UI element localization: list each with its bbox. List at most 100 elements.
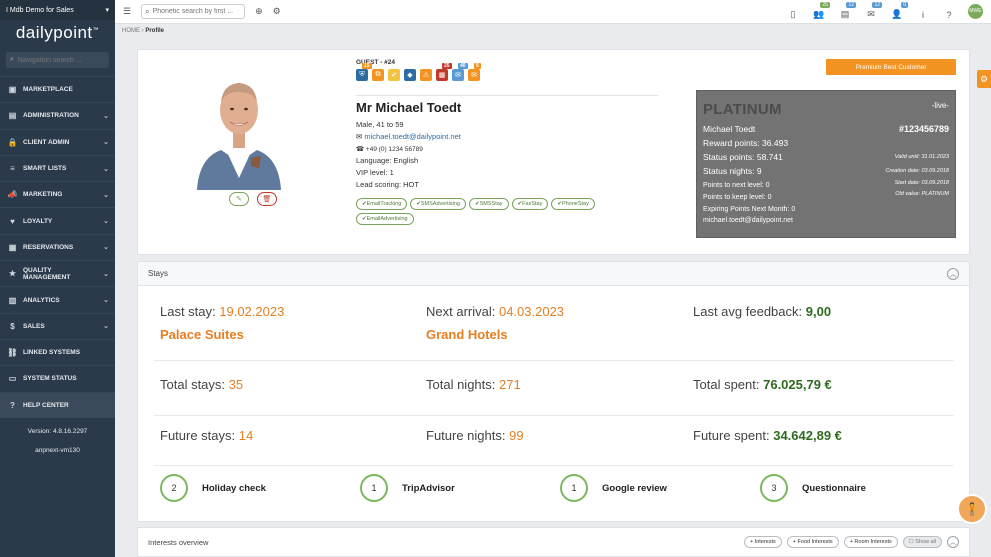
permission-tag[interactable]: ✔PhoneStay [551, 198, 595, 210]
tablet-notifications-button[interactable]: ▯ [786, 2, 800, 20]
sidebar-item-linked-systems[interactable]: ⛓ LINKED SYSTEMS [0, 338, 115, 365]
sidebar-item-sales[interactable]: $ SALES ⌄ [0, 312, 115, 339]
user-notifications-button[interactable]: 👤 0 [890, 2, 908, 20]
chevron-down-icon: ⌄ [103, 323, 109, 331]
delete-profile-button[interactable]: 🗑 [257, 192, 277, 206]
sidebar-item-label: SYSTEM STATUS [23, 375, 77, 383]
loyalty-valid-until: Valid until: 31.01.2023 [894, 154, 949, 160]
review-source[interactable]: 2 Holiday check [160, 474, 266, 502]
pencil-icon: ✎ [236, 196, 242, 203]
sidebar-item-quality-management[interactable]: ★ QUALITY MANAGEMENT ⌄ [0, 260, 115, 286]
zoom-icon[interactable]: ⊕ [255, 6, 263, 17]
user-avatar[interactable]: MWE [968, 3, 983, 19]
notification-count: 12 [846, 2, 856, 8]
review-label: Questionnaire [802, 482, 866, 494]
dollar-icon: $ [10, 321, 15, 331]
show-all-toggle[interactable]: ☐ Show all [902, 536, 942, 548]
last-stay: Last stay: 19.02.2023 [160, 304, 285, 319]
comment-icon[interactable]: ✉ 5 [468, 63, 481, 81]
collapse-stays-button[interactable]: ︿ [947, 267, 959, 280]
help-notifications-button[interactable]: ? [942, 2, 956, 20]
next-arrival-hotel[interactable]: Grand Hotels [426, 327, 508, 342]
add-interest-button[interactable]: + Food Interests [786, 536, 839, 548]
settings-icon[interactable]: ⚙ [273, 6, 281, 17]
sidebar-item-system-status[interactable]: ▭ SYSTEM STATUS [0, 365, 115, 391]
loyalty-old-value: Old value: PLATINUM [895, 191, 949, 197]
edit-profile-button[interactable]: ✎ [229, 192, 249, 206]
guest-phone-row: ☎ +49 (0) 1234 56789 [356, 145, 423, 153]
guest-email-link[interactable]: michael.toedt@dailypoint.net [364, 132, 460, 141]
review-label: TripAdvisor [402, 482, 455, 494]
permission-tag[interactable]: ✔EmailAdvertising [356, 213, 414, 225]
sidebar-item-client-admin[interactable]: 🔒 CLIENT ADMIN ⌄ [0, 128, 115, 155]
sidebar-item-label: MARKETING [23, 191, 63, 199]
warning-icon[interactable]: ⚠ [420, 69, 432, 81]
permission-tag[interactable]: ✔SMSAdvertising [410, 198, 466, 210]
tag-icon[interactable]: ◆ [404, 69, 416, 81]
review-source[interactable]: 1 Google review [560, 474, 667, 502]
permission-tag[interactable]: ✔FaxStay [511, 198, 549, 210]
loyalty-live-status: -live- [931, 101, 949, 110]
sidebar-item-label: QUALITY MANAGEMENT [23, 266, 71, 281]
loyalty-status-points: Status points: 58.741 [703, 152, 783, 162]
phonetic-search-input[interactable] [152, 8, 239, 15]
add-interest-button[interactable]: + Room Interests [843, 536, 898, 548]
sidebar-item-help-center[interactable]: ? HELP CENTER [0, 391, 115, 418]
app-logo[interactable]: dailypoint™ [0, 20, 115, 46]
sidebar-item-marketing[interactable]: 📣 MARKETING ⌄ [0, 181, 115, 207]
permission-tag[interactable]: ✔SMSStay [469, 198, 509, 210]
last-avg-feedback: Last avg feedback: 9,00 [693, 304, 832, 319]
chart-icon: ▥ [8, 295, 17, 305]
sidebar-item-loyalty[interactable]: ♥ LOYALTY ⌄ [0, 207, 115, 233]
total-nights: Total nights: 271 [426, 377, 521, 392]
sidebar-item-reservations[interactable]: ▦ RESERVATIONS ⌄ [0, 233, 115, 260]
review-source[interactable]: 1 TripAdvisor [360, 474, 455, 502]
breadcrumb-home[interactable]: HOME [122, 28, 140, 34]
last-stay-hotel[interactable]: Palace Suites [160, 327, 244, 342]
sidebar-item-marketplace[interactable]: ▣ MARKETPLACE [0, 76, 115, 102]
collapse-interests-button[interactable]: ︿ [947, 536, 959, 548]
assistant-avatar[interactable]: 🧍 [957, 494, 987, 524]
chevron-down-icon: ⌄ [103, 297, 109, 305]
premium-customer-button[interactable]: Premium Best Customer [826, 59, 956, 75]
breadcrumb-current: Profile [145, 28, 165, 34]
guest-language: Language: English [356, 156, 419, 165]
document-icon: ▤ [840, 9, 850, 19]
chevron-down-icon: ⌄ [103, 244, 109, 252]
sidebar-item-administration[interactable]: ▤ ADMINISTRATION ⌄ [0, 102, 115, 128]
chat-icon[interactable]: ✉ 40 [452, 63, 468, 81]
document-notifications-button[interactable]: ▤ 12 [838, 2, 856, 20]
nav-search-input[interactable] [17, 56, 108, 64]
shield-icon[interactable]: ⛨ 15 [356, 63, 372, 81]
top-bar: ☰ ⌕ ⊕ ⚙ ▯ 👥25 ▤12 ✉12 👤0 i? MWE [115, 0, 991, 24]
org-switcher[interactable]: I Mdb Demo for Sales ▾ [0, 0, 115, 20]
calendar-icon: ▦ [8, 242, 17, 252]
chat-notifications-button[interactable]: ✉ 12 [864, 2, 882, 20]
check-icon[interactable]: ✔ [388, 69, 400, 81]
sidebar-item-smart-lists[interactable]: ≡ SMART LISTS ⌄ [0, 154, 115, 181]
review-count: 1 [360, 474, 388, 502]
phonetic-search[interactable]: ⌕ [141, 4, 246, 19]
review-source[interactable]: 3 Questionnaire [760, 474, 866, 502]
settings-panel-tab[interactable]: ⚙ [977, 70, 991, 88]
link-icon: ⛓ [7, 348, 18, 358]
review-label: Google review [602, 482, 667, 494]
guest-email-row: ✉ michael.toedt@dailypoint.net [356, 132, 461, 141]
add-interest-button[interactable]: + Interests [743, 536, 782, 548]
sidebar-item-analytics[interactable]: ▥ ANALYTICS ⌄ [0, 286, 115, 312]
nav-search[interactable]: ⌕ [6, 52, 109, 68]
permission-tag[interactable]: ✔EmailTracking [356, 198, 408, 210]
tags-icon[interactable]: ⧉ [372, 69, 384, 81]
info-notifications-button[interactable]: i [916, 2, 930, 20]
future-nights: Future nights: 99 [426, 428, 524, 443]
guest-lead-scoring: Lead scoring: HOT [356, 180, 419, 189]
menu-toggle-icon[interactable]: ☰ [123, 6, 131, 17]
users-notifications-button[interactable]: 👥 25 [812, 2, 830, 20]
calendar-icon[interactable]: ▦ 25 [436, 63, 452, 81]
help-icon: ? [946, 10, 952, 20]
review-count: 1 [560, 474, 588, 502]
stays-panel: Stays ︿ Last stay: 19.02.2023 Palace Sui… [137, 261, 970, 522]
sidebar-item-label: HELP CENTER [23, 401, 69, 409]
guest-vip-level: VIP level: 1 [356, 168, 394, 177]
chevron-down-icon: ⌄ [103, 191, 109, 199]
